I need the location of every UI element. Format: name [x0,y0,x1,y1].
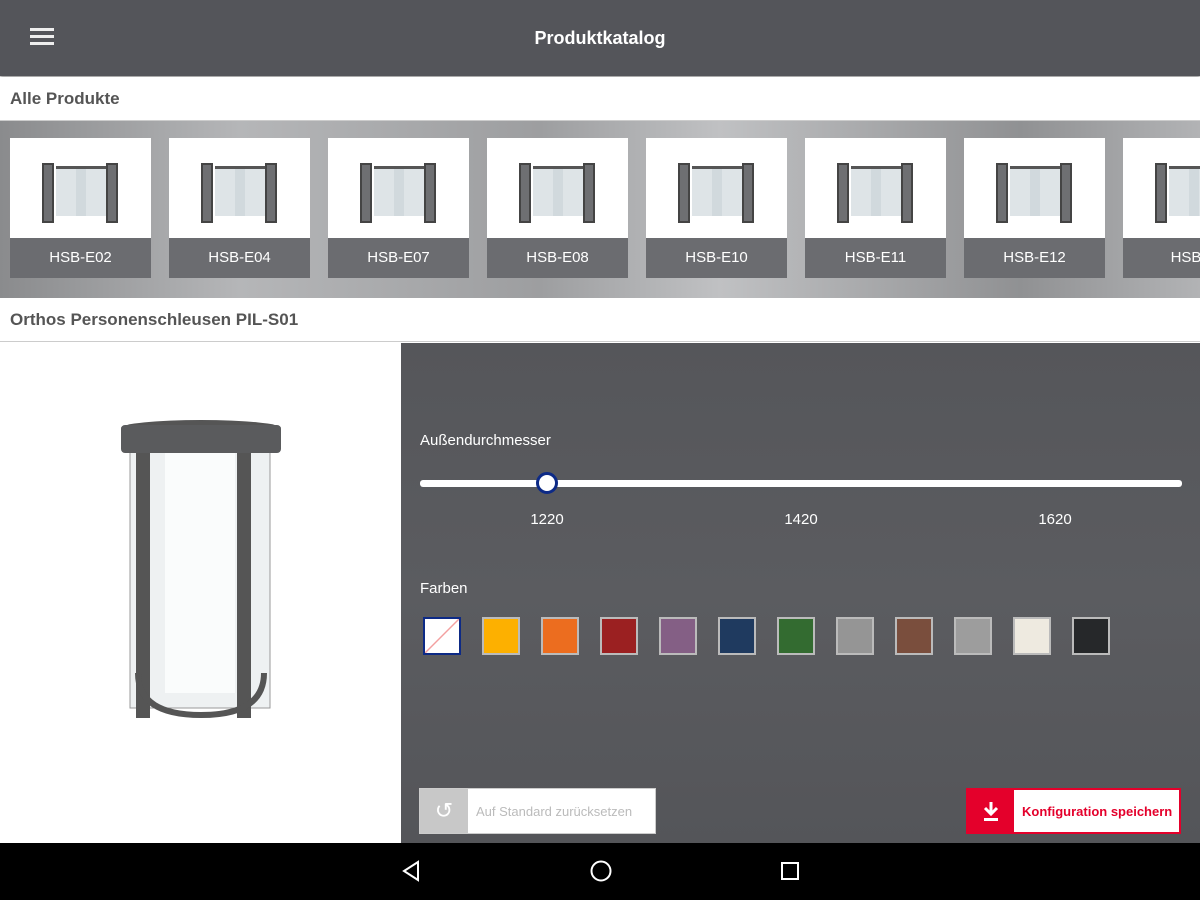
color-swatch-none[interactable] [423,617,461,655]
product-card[interactable]: HSB-E10 [646,138,787,278]
product-thumbnail [805,138,946,238]
product-label: HSB-E04 [169,238,310,278]
color-swatch[interactable] [777,617,815,655]
product-card[interactable]: HSB-E04 [169,138,310,278]
home-icon[interactable] [589,859,613,888]
color-swatch[interactable] [600,617,638,655]
product-thumbnail [328,138,469,238]
product-preview[interactable] [0,343,401,843]
color-swatch[interactable] [482,617,520,655]
reset-icon: ↺ [420,789,468,833]
save-configuration-button[interactable]: Konfiguration speichern [966,788,1181,834]
diameter-slider[interactable] [420,472,1182,494]
back-icon[interactable] [400,859,422,888]
slider-tick-label: 1620 [1038,511,1072,528]
product-thumbnail [1123,138,1200,238]
product-card[interactable]: HSB-E [1123,138,1200,278]
product-thumbnail [964,138,1105,238]
slider-tick-label: 1220 [530,511,564,528]
revolving-door-image [121,420,281,719]
color-swatch[interactable] [1013,617,1051,655]
app-header: Produktkatalog [0,0,1200,76]
color-swatch[interactable] [954,617,992,655]
product-card[interactable]: HSB-E08 [487,138,628,278]
section-title-all-products: Alle Produkte [0,77,1200,121]
product-label: HSB-E10 [646,238,787,278]
colors-label: Farben [420,580,468,597]
product-thumbnail [487,138,628,238]
page-title: Produktkatalog [534,28,666,48]
product-thumbnail [646,138,787,238]
product-card[interactable]: HSB-E11 [805,138,946,278]
product-title: Orthos Personenschleusen PIL-S01 [0,298,1200,342]
product-card[interactable]: HSB-E02 [10,138,151,278]
product-label: HSB-E12 [964,238,1105,278]
color-swatch[interactable] [718,617,756,655]
color-swatch[interactable] [895,617,933,655]
slider-tick-label: 1420 [784,511,818,528]
recents-icon[interactable] [780,861,800,886]
product-carousel[interactable]: HSB-E02 HSB-E04 HSB-E07 HSB-E08 HSB-E10 HSB-E… [0,121,1200,298]
color-swatch[interactable] [836,617,874,655]
diameter-label: Außendurchmesser [420,432,551,449]
product-thumbnail [10,138,151,238]
product-card[interactable]: HSB-E07 [328,138,469,278]
product-thumbnail [169,138,310,238]
configuration-panel: Außendurchmesser 1220 1420 1620 Farben ↺ A… [401,343,1200,843]
product-label: HSB-E [1123,238,1200,278]
color-swatch[interactable] [1072,617,1110,655]
product-label: HSB-E08 [487,238,628,278]
download-icon [968,790,1014,832]
product-label: HSB-E11 [805,238,946,278]
reset-defaults-button[interactable]: ↺ Auf Standard zurücksetzen [419,788,656,834]
android-nav-bar [0,843,1200,900]
product-card[interactable]: HSB-E12 [964,138,1105,278]
product-label: HSB-E07 [328,238,469,278]
color-swatch[interactable] [541,617,579,655]
slider-thumb[interactable] [536,472,558,494]
color-swatch[interactable] [659,617,697,655]
product-label: HSB-E02 [10,238,151,278]
